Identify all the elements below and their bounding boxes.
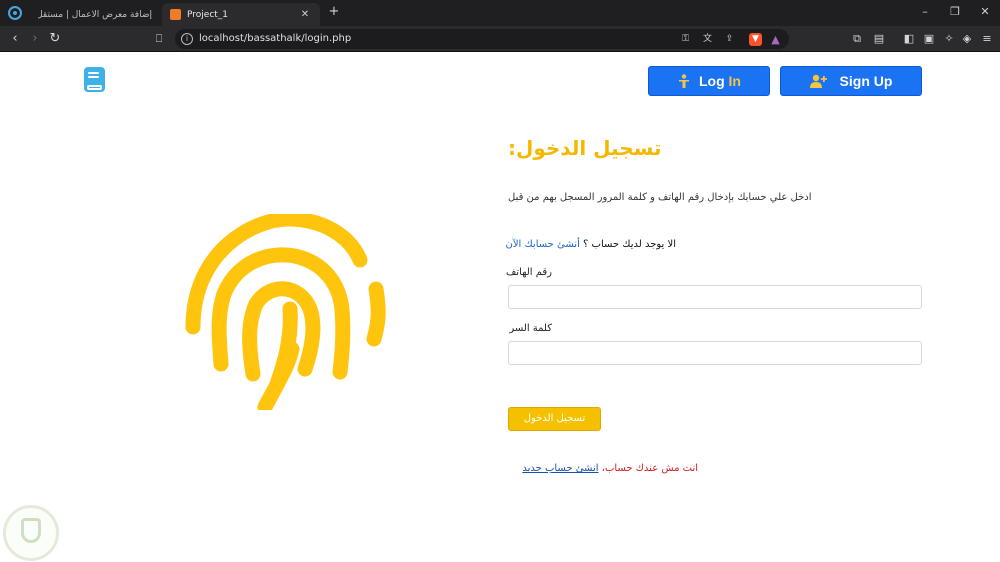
tab-favicon-icon <box>170 9 181 20</box>
user-plus-icon <box>809 74 828 88</box>
new-tab-button[interactable]: + <box>326 4 342 20</box>
browser-toolbar: ‹ › ↻ ⎕ i localhost/bassathalk/login.php… <box>0 26 1000 52</box>
register-link[interactable]: انشئ حساب جديد <box>522 463 598 474</box>
browser-tab-bar: إضافة معرض الأعمال | مستقل Project_1 ✕ +… <box>0 0 1000 26</box>
back-icon[interactable]: ‹ <box>6 30 24 48</box>
page-title: تسجيل الدخول: <box>508 136 662 160</box>
vpn-icon[interactable]: ◈ <box>960 32 974 46</box>
forward-icon[interactable]: › <box>26 30 44 48</box>
watermark-logo-icon <box>3 505 59 561</box>
maximize-button[interactable]: ❐ <box>944 3 966 21</box>
no-account-line: الا يوجد لديك حساب ؟ أنشئ حسابك الآن <box>505 239 676 250</box>
tab-title: إضافة معرض الأعمال | مستقل <box>38 9 152 20</box>
wallet-icon[interactable]: ▣ <box>922 32 936 46</box>
bookmark-icon[interactable]: ⎕ <box>150 30 168 48</box>
description-text: ادخل علي حسابك بإدخال رقم الهاتف و كلمة … <box>508 192 812 203</box>
sidebar-icon[interactable]: ◧ <box>902 32 916 46</box>
leo-ai-icon[interactable]: ✧ <box>942 32 956 46</box>
tab-project-1[interactable]: Project_1 ✕ <box>162 3 320 26</box>
login-page: Log In Sign Up تسجيل الدخول: ادخل علي حس… <box>0 52 1000 562</box>
person-standing-icon <box>677 74 691 88</box>
register-prompt: انت مش عندك حساب، انشئ حساب جديد <box>508 463 698 474</box>
phone-input[interactable] <box>508 285 922 309</box>
rewards-icon[interactable]: ▲ <box>769 33 782 46</box>
key-icon[interactable]: ⚿ <box>679 33 692 46</box>
close-tab-icon[interactable]: ✕ <box>298 9 312 20</box>
url-text: localhost/bassathalk/login.php <box>199 33 352 44</box>
browser-logo-icon[interactable] <box>8 6 22 20</box>
share-icon[interactable]: ⇪ <box>723 33 736 46</box>
password-label: كلمة السر <box>509 323 552 334</box>
phone-label: رقم الهاتف <box>505 267 552 278</box>
reader-icon[interactable]: ▤ <box>872 32 886 46</box>
no-account-question: انت مش عندك حساب، <box>598 463 698 474</box>
create-account-link[interactable]: أنشئ حسابك الآن <box>505 239 579 250</box>
site-info-icon[interactable]: i <box>181 33 193 45</box>
tab-title: Project_1 <box>187 9 229 20</box>
no-account-text: الا يوجد لديك حساب ؟ <box>579 239 676 250</box>
login-button[interactable]: Log In <box>648 66 770 96</box>
extensions-icon[interactable]: ⧉ <box>850 32 864 46</box>
signup-label: Sign Up <box>839 73 893 89</box>
brave-shields-icon[interactable]: ▼ <box>749 33 762 46</box>
close-window-button[interactable]: ✕ <box>974 3 996 21</box>
reload-icon[interactable]: ↻ <box>46 30 64 48</box>
menu-icon[interactable]: ≡ <box>980 32 994 46</box>
form-title-container: تسجيل الدخول: <box>508 132 922 166</box>
address-bar[interactable]: i localhost/bassathalk/login.php ⚿ 文 ⇪ ▼… <box>175 29 789 49</box>
tab-mostaql[interactable]: إضافة معرض الأعمال | مستقل <box>30 3 160 26</box>
fingerprint-icon <box>185 214 386 410</box>
signup-button[interactable]: Sign Up <box>780 66 922 96</box>
book-icon[interactable] <box>84 67 105 92</box>
password-input[interactable] <box>508 341 922 365</box>
minimize-button[interactable]: – <box>914 3 936 21</box>
login-label: Log <box>699 73 729 89</box>
submit-login-button[interactable]: تسجيل الدخول <box>508 407 601 431</box>
login-label-highlight: In <box>728 73 741 89</box>
translate-icon[interactable]: 文 <box>701 33 714 46</box>
